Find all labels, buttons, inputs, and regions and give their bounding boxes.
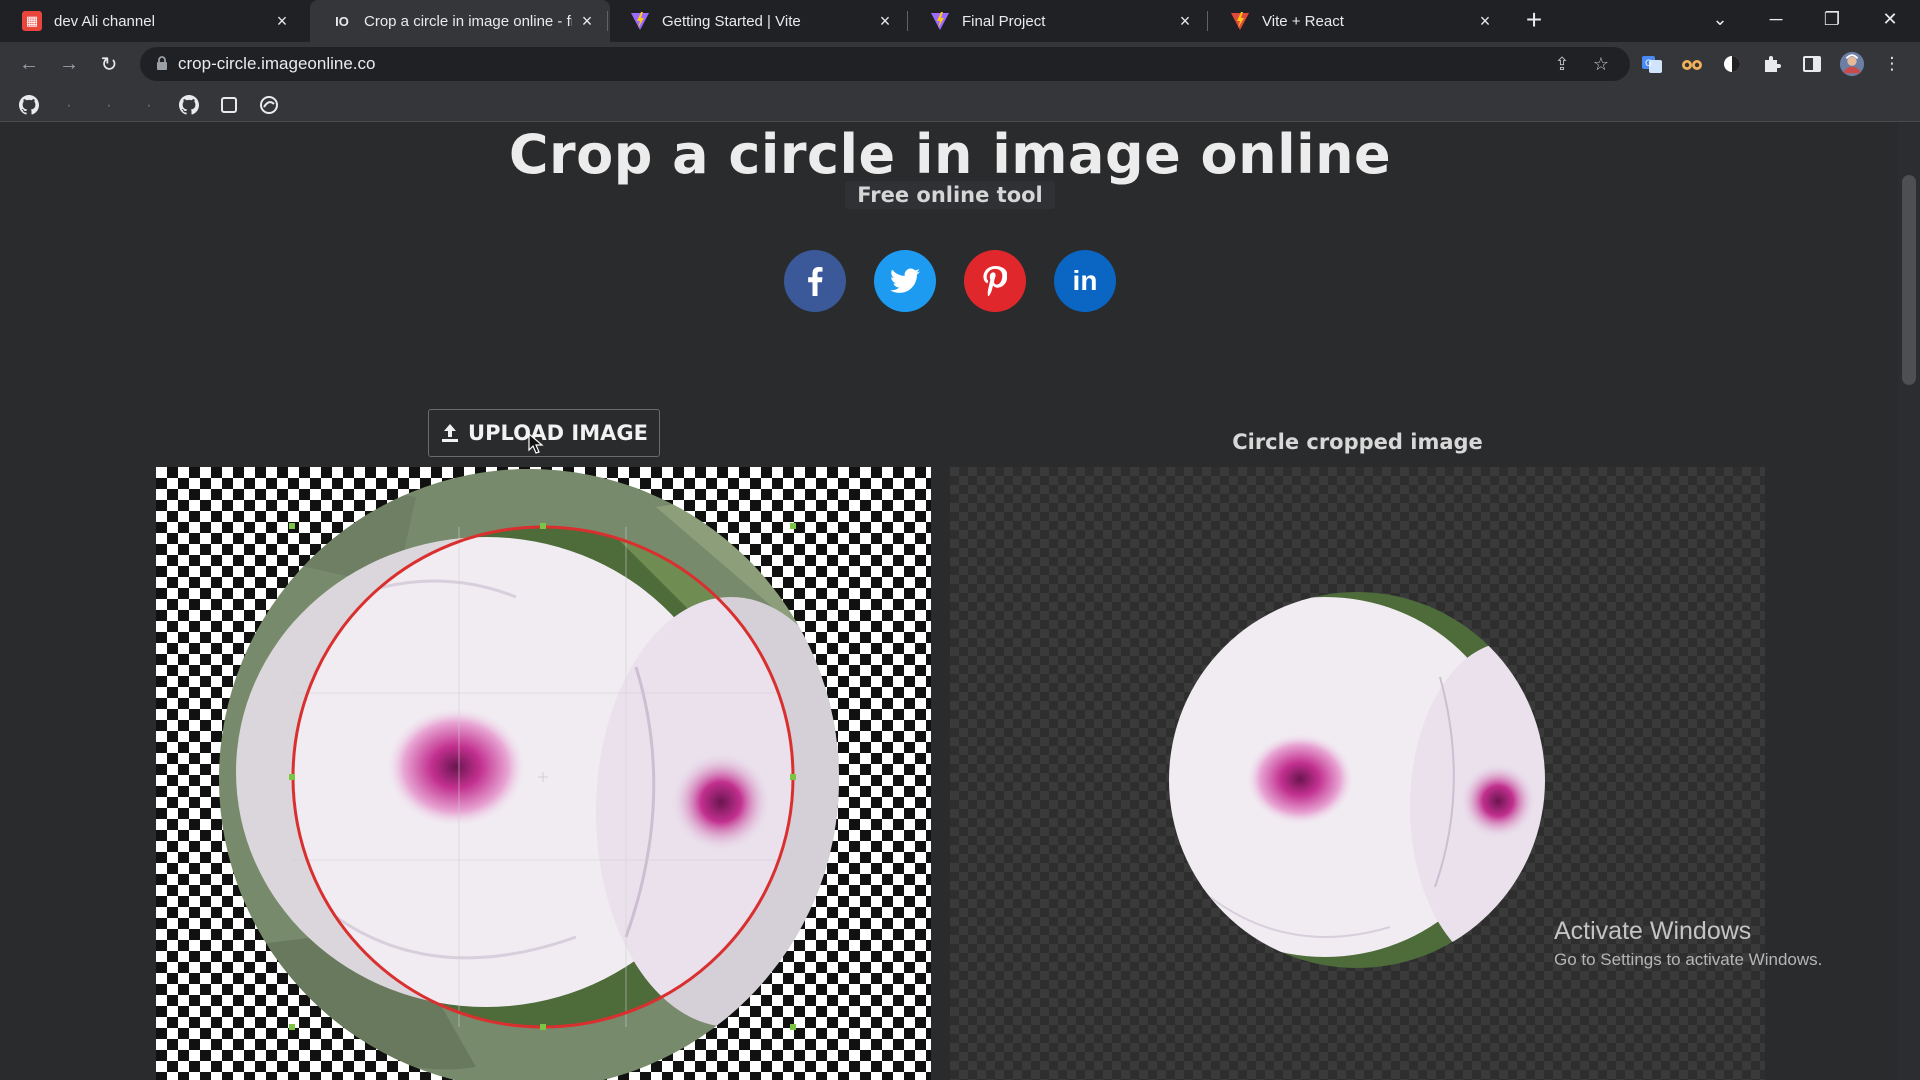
- tab-getting-started-vite[interactable]: Getting Started | Vite ×: [608, 0, 908, 42]
- lock-icon: [157, 56, 167, 70]
- vite-icon: [630, 11, 650, 31]
- forward-icon[interactable]: →: [54, 49, 84, 79]
- twitter-share-button[interactable]: [874, 250, 936, 312]
- pinterest-share-button[interactable]: [964, 250, 1026, 312]
- github-icon[interactable]: [177, 93, 201, 117]
- tab-title: Final Project: [962, 12, 1046, 30]
- vite-icon: [930, 11, 950, 31]
- loading-dots-icon[interactable]: ·: [97, 93, 121, 117]
- twitter-icon: [890, 268, 920, 293]
- translate-extension-icon[interactable]: G: [1639, 51, 1665, 77]
- back-icon[interactable]: ←: [14, 49, 44, 79]
- tab-crop-circle[interactable]: IO Crop a circle in image online - fr ×: [310, 0, 610, 42]
- linkedin-icon: in: [1072, 265, 1098, 296]
- upload-image-button[interactable]: UPLOAD IMAGE: [428, 409, 660, 457]
- tab-vite-react[interactable]: Vite + React ×: [1208, 0, 1508, 42]
- watermark-subtitle: Go to Settings to activate Windows.: [1554, 950, 1823, 969]
- page-subtitle: Free online tool: [845, 181, 1055, 209]
- watermark-title: Activate Windows: [1554, 917, 1752, 945]
- flower-image: [219, 469, 839, 1080]
- new-tab-button[interactable]: +: [1519, 6, 1549, 36]
- loading-dots-icon[interactable]: ·: [137, 93, 161, 117]
- facebook-icon: [808, 267, 823, 296]
- glasses-extension-icon[interactable]: [1679, 51, 1705, 77]
- scrollbar-thumb[interactable]: [1902, 175, 1916, 385]
- page-content: Crop a circle in image online Free onlin…: [0, 123, 1920, 1080]
- crop-editor-canvas[interactable]: [156, 467, 931, 1080]
- tab-separator: [1207, 11, 1208, 31]
- svg-text:G: G: [1645, 59, 1652, 69]
- tab-dev-ali-channel[interactable]: ▦ dev Ali channel ×: [0, 0, 305, 42]
- facebook-share-button[interactable]: [784, 250, 846, 312]
- tab-final-project[interactable]: Final Project ×: [908, 0, 1208, 42]
- extensions-puzzle-icon[interactable]: [1759, 51, 1785, 77]
- linkedin-share-button[interactable]: in: [1054, 250, 1116, 312]
- close-window-button[interactable]: ✕: [1863, 0, 1917, 38]
- square-bookmark-icon[interactable]: [217, 93, 241, 117]
- browser-toolbar: ← → ↻ crop-circle.imageonline.co ⇪ ☆ G ⋮: [0, 42, 1920, 86]
- close-icon[interactable]: ×: [1176, 12, 1194, 30]
- tab-separator: [607, 11, 608, 31]
- menu-kebab-icon[interactable]: ⋮: [1879, 51, 1905, 77]
- close-icon[interactable]: ×: [578, 12, 596, 30]
- share-icon[interactable]: ⇪: [1550, 52, 1574, 76]
- tab-search-icon[interactable]: ⌄: [1693, 0, 1747, 38]
- tab-separator: [907, 11, 908, 31]
- close-icon[interactable]: ×: [876, 12, 894, 30]
- tab-strip: ▦ dev Ali channel × IO Crop a circle in …: [0, 0, 1920, 42]
- minimize-button[interactable]: ─: [1749, 0, 1803, 38]
- close-icon[interactable]: ×: [1476, 12, 1494, 30]
- url-text: crop-circle.imageonline.co: [178, 54, 376, 73]
- close-icon[interactable]: ×: [273, 12, 291, 30]
- profile-avatar[interactable]: [1839, 51, 1865, 77]
- page-title: Crop a circle in image online: [508, 123, 1392, 186]
- side-panel-icon[interactable]: [1799, 51, 1825, 77]
- theme-extension-icon[interactable]: [1719, 51, 1745, 77]
- io-icon: IO: [335, 13, 349, 29]
- page-scrollbar[interactable]: [1898, 123, 1920, 1080]
- cropped-preview-canvas: [950, 467, 1765, 1080]
- red-app-icon: ▦: [22, 11, 42, 31]
- tab-title: dev Ali channel: [54, 12, 155, 30]
- pinterest-icon: [983, 266, 1007, 296]
- activate-windows-watermark: Activate Windows Go to Settings to activ…: [1554, 917, 1822, 970]
- mouse-cursor-icon: [528, 433, 544, 454]
- github-icon[interactable]: [17, 93, 41, 117]
- vite-react-icon: [1230, 11, 1250, 31]
- result-label: Circle cropped image: [1232, 430, 1483, 454]
- cropped-flower-image: [1169, 592, 1545, 968]
- bookmark-star-icon[interactable]: ☆: [1589, 52, 1613, 76]
- address-bar[interactable]: crop-circle.imageonline.co ⇪ ☆: [140, 47, 1630, 81]
- bookmarks-bar: · · ·: [0, 86, 1920, 122]
- tab-title: Getting Started | Vite: [662, 12, 801, 30]
- swirl-bookmark-icon[interactable]: [257, 93, 281, 117]
- tab-title: Crop a circle in image online - fr: [364, 12, 572, 30]
- upload-icon: [442, 424, 459, 442]
- reload-icon[interactable]: ↻: [94, 49, 124, 79]
- upload-image-label: UPLOAD IMAGE: [468, 421, 648, 445]
- restore-button[interactable]: ❐: [1805, 0, 1859, 38]
- loading-dots-icon[interactable]: ·: [57, 93, 81, 117]
- tab-title: Vite + React: [1262, 12, 1344, 30]
